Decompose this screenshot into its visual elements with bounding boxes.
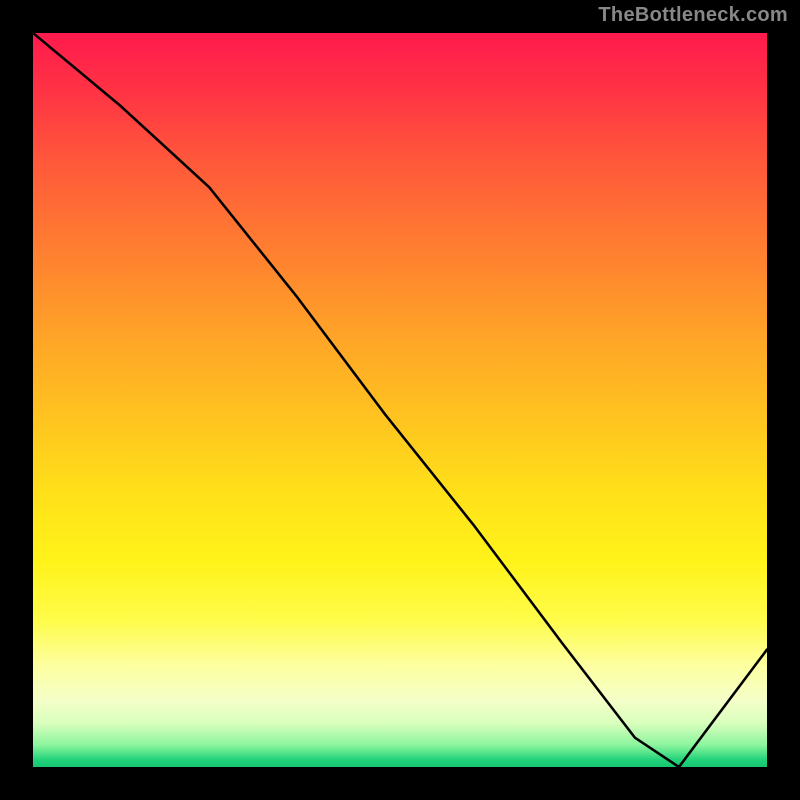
bottleneck-curve bbox=[33, 33, 767, 767]
watermark-text: TheBottleneck.com bbox=[598, 4, 788, 27]
chart-root: TheBottleneck.com bbox=[0, 0, 800, 800]
plot-area bbox=[30, 30, 770, 770]
curve-layer bbox=[33, 33, 767, 767]
